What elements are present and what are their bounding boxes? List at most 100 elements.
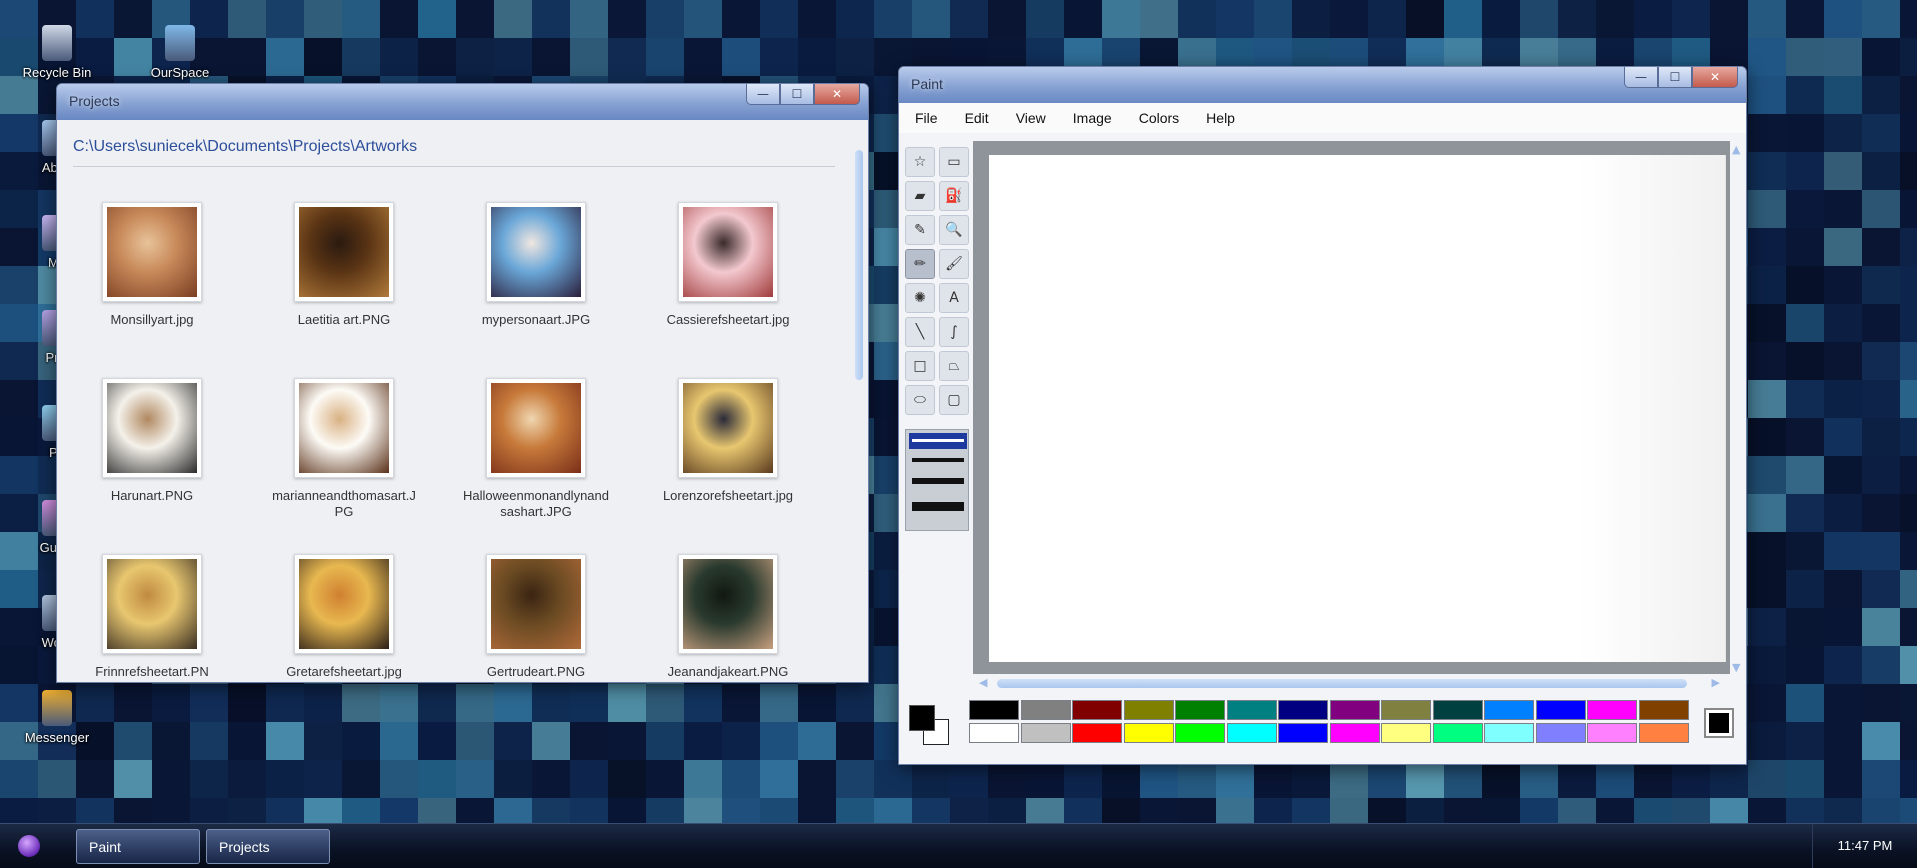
menu-file[interactable]: File: [915, 103, 952, 133]
color-swatch[interactable]: [1432, 723, 1483, 743]
desktop-icon-messenger[interactable]: Messenger: [12, 690, 102, 745]
maximize-button[interactable]: ☐: [780, 84, 814, 105]
menu-colors[interactable]: Colors: [1139, 103, 1193, 133]
file-item[interactable]: Gretarefsheetart.jpg: [269, 554, 419, 680]
paint-titlebar[interactable]: Paint — ☐ ✕: [899, 67, 1746, 103]
projects-titlebar[interactable]: Projects — ☐ ✕: [57, 84, 868, 120]
start-button[interactable]: [18, 835, 40, 857]
airbrush-tool[interactable]: ✺: [905, 283, 935, 313]
fg-bg-colors[interactable]: [909, 705, 953, 749]
file-item[interactable]: Jeanandjakeart.PNG: [653, 554, 803, 680]
curve-tool[interactable]: ∫: [939, 317, 969, 347]
scroll-right-arrow-icon[interactable]: ▶: [1712, 676, 1720, 689]
scroll-thumb[interactable]: [855, 150, 863, 380]
recycle-bin-icon: [42, 25, 72, 61]
color-swatch[interactable]: [1484, 700, 1534, 720]
line-width-1[interactable]: [912, 439, 964, 442]
menu-help[interactable]: Help: [1206, 103, 1249, 133]
brush-tool[interactable]: 🖌: [939, 249, 969, 279]
menu-edit[interactable]: Edit: [965, 103, 1003, 133]
minimize-button[interactable]: —: [1624, 67, 1658, 88]
color-swatch[interactable]: [1432, 700, 1483, 720]
vertical-scrollbar[interactable]: [853, 130, 865, 678]
magnifier-tool[interactable]: 🔍: [939, 215, 969, 245]
file-item[interactable]: Gertrudeart.PNG: [461, 554, 611, 680]
text-tool[interactable]: A: [939, 283, 969, 313]
color-swatch[interactable]: [1226, 723, 1277, 743]
menu-image[interactable]: Image: [1073, 103, 1126, 133]
color-swatch[interactable]: [1123, 700, 1174, 720]
file-item[interactable]: Halloweenmonandlynandsashart.JPG: [461, 378, 611, 520]
scroll-down-arrow-icon[interactable]: ▼: [1732, 661, 1740, 674]
taskbar-button-projects[interactable]: Projects: [206, 829, 330, 864]
color-swatch[interactable]: [1638, 723, 1689, 743]
color-swatch[interactable]: [1638, 700, 1689, 720]
file-item[interactable]: marianneandthomasart.JPG: [269, 378, 419, 520]
projects-window[interactable]: Projects — ☐ ✕ C:\Users\suniecek\Documen…: [56, 83, 869, 683]
foreground-color[interactable]: [909, 705, 935, 731]
scroll-thumb[interactable]: [997, 679, 1687, 688]
file-item[interactable]: Monsillyart.jpg: [77, 202, 227, 328]
color-picker-tool[interactable]: ✎: [905, 215, 935, 245]
color-swatch[interactable]: [1020, 700, 1071, 720]
file-item[interactable]: Frinnrefsheetart.PN: [77, 554, 227, 680]
desktop-icon-recycle-bin[interactable]: Recycle Bin: [12, 25, 102, 80]
canvas-vertical-scrollbar[interactable]: ▲ ▼: [1730, 141, 1746, 676]
eraser-tool[interactable]: ▰: [905, 181, 935, 211]
line-width-4[interactable]: [912, 502, 964, 511]
rectangle-tool[interactable]: □: [905, 351, 935, 381]
scroll-left-arrow-icon[interactable]: ◀: [979, 676, 987, 689]
ourspace-icon: [165, 25, 195, 61]
menu-view[interactable]: View: [1016, 103, 1060, 133]
color-swatch[interactable]: [1072, 723, 1122, 743]
color-swatch[interactable]: [1535, 723, 1586, 743]
file-name: Gertrudeart.PNG: [486, 664, 586, 679]
color-swatch[interactable]: [969, 700, 1019, 720]
drawing-canvas[interactable]: [989, 155, 1726, 662]
color-swatch[interactable]: [1175, 700, 1225, 720]
color-swatch[interactable]: [1226, 700, 1277, 720]
line-width-2[interactable]: [912, 458, 964, 462]
free-select-tool[interactable]: ☆: [905, 147, 935, 177]
color-swatch[interactable]: [1381, 700, 1431, 720]
paint-window[interactable]: Paint — ☐ ✕ File Edit View Image Colors Help …: [898, 66, 1747, 765]
line-tool[interactable]: ╲: [905, 317, 935, 347]
line-width-selector[interactable]: [905, 429, 969, 531]
minimize-button[interactable]: —: [746, 84, 780, 105]
polygon-tool[interactable]: ⏢: [939, 351, 969, 381]
color-swatch[interactable]: [1329, 723, 1380, 743]
color-swatch[interactable]: [1484, 723, 1534, 743]
color-swatch[interactable]: [1123, 723, 1174, 743]
color-swatch[interactable]: [1329, 700, 1380, 720]
canvas-horizontal-scrollbar[interactable]: ◀ ▶: [973, 674, 1730, 692]
rect-select-tool[interactable]: ▭: [939, 147, 969, 177]
desktop-icon-ourspace[interactable]: OurSpace: [135, 25, 225, 80]
taskbar-button-paint[interactable]: Paint: [76, 829, 200, 864]
ellipse-tool[interactable]: ⬭: [905, 385, 935, 415]
file-item[interactable]: Laetitia art.PNG: [269, 202, 419, 328]
color-swatch[interactable]: [969, 723, 1019, 743]
color-swatch[interactable]: [1535, 700, 1586, 720]
file-item[interactable]: Harunart.PNG: [77, 378, 227, 504]
file-item[interactable]: Cassierefsheetart.jpg: [653, 202, 803, 328]
rounded-rect-tool[interactable]: ▢: [939, 385, 969, 415]
line-width-3[interactable]: [912, 478, 964, 484]
scroll-up-arrow-icon[interactable]: ▲: [1732, 143, 1740, 156]
color-swatch[interactable]: [1587, 723, 1637, 743]
pencil-tool[interactable]: ✏: [905, 249, 935, 279]
color-swatch[interactable]: [1175, 723, 1225, 743]
color-swatch[interactable]: [1020, 723, 1071, 743]
color-swatch[interactable]: [1587, 700, 1637, 720]
rect-select-icon: ▭: [947, 154, 961, 170]
fill-tool[interactable]: ⛽: [939, 181, 969, 211]
color-swatch[interactable]: [1381, 723, 1431, 743]
file-item[interactable]: Lorenzorefsheetart.jpg: [653, 378, 803, 504]
color-swatch[interactable]: [1278, 700, 1328, 720]
close-button[interactable]: ✕: [814, 84, 860, 105]
maximize-button[interactable]: ☐: [1658, 67, 1692, 88]
fill-icon: ⛽: [945, 188, 963, 204]
file-item[interactable]: mypersonaart.JPG: [461, 202, 611, 328]
color-swatch[interactable]: [1072, 700, 1122, 720]
color-swatch[interactable]: [1278, 723, 1328, 743]
close-button[interactable]: ✕: [1692, 67, 1738, 88]
